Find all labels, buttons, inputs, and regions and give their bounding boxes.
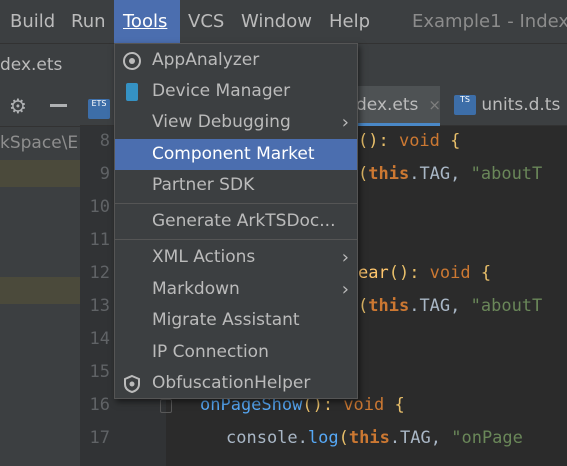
line-number: 14 (89, 329, 110, 349)
menu-window-label: Window (241, 11, 312, 32)
line-number: 8 (99, 131, 110, 151)
menu-item-label: Device Manager (152, 81, 291, 101)
code-string: "onPage (451, 428, 523, 448)
code-token: ( (358, 296, 369, 316)
menu-run-label: Run (71, 11, 106, 32)
menu-item-generate-arktsdoc[interactable]: Generate ArkTSDoc... (115, 206, 357, 237)
menu-build[interactable]: Build (10, 0, 55, 43)
ets-file-icon: ETS (88, 99, 110, 119)
code-token: (): (358, 131, 389, 151)
menu-tools-label: Tools (123, 11, 168, 32)
code-this: this (368, 296, 410, 316)
ts-file-icon: TS (454, 95, 476, 115)
code-token: { (394, 395, 405, 415)
menu-help-label: Help (329, 11, 371, 32)
highlighted-row (0, 160, 80, 187)
app-analyzer-icon (123, 52, 141, 70)
code-token: ( (358, 164, 369, 184)
line-number: 13 (89, 296, 110, 316)
menu-separator (115, 203, 357, 204)
code-function: ear (358, 263, 389, 283)
close-icon[interactable]: × (428, 96, 441, 114)
tab-index-ets[interactable]: dex.ets × (350, 86, 441, 126)
code-keyword: void (419, 263, 481, 283)
code-token: (): (388, 263, 420, 283)
code-line-12[interactable]: ear(): void { (358, 263, 491, 283)
code-token: .TAG, (389, 428, 452, 448)
menu-item-migrate-assistant[interactable]: Migrate Assistant (115, 305, 357, 336)
code-function: log (307, 428, 339, 448)
tab-units-label: units.d.ts (481, 95, 561, 115)
code-line-17[interactable]: console.log(this.TAG, "onPage (226, 428, 523, 448)
menu-help[interactable]: Help (329, 0, 370, 43)
gear-icon[interactable]: ⚙ (9, 94, 27, 118)
line-number: 12 (89, 263, 110, 283)
submenu-arrow-icon: › (341, 112, 349, 133)
menu-run[interactable]: Run (71, 0, 106, 43)
menu-item-label: View Debugging (152, 112, 291, 132)
menu-item-label: IP Connection (152, 342, 269, 362)
code-this: this (368, 164, 410, 184)
line-number: 9 (99, 164, 110, 184)
line-number: 10 (89, 197, 110, 217)
menu-item-ip-connection[interactable]: IP Connection (115, 337, 357, 368)
line-number: 16 (89, 395, 110, 415)
menu-item-appanalyzer[interactable]: AppAnalyzer (115, 45, 357, 76)
menu-item-label: Markdown (152, 279, 240, 299)
tab-index-label: dex.ets (356, 95, 419, 115)
code-this: this (348, 428, 390, 448)
line-number: 15 (89, 362, 110, 382)
menu-item-device-manager[interactable]: Device Manager (115, 76, 357, 107)
menu-item-partner-sdk[interactable]: Partner SDK (115, 170, 357, 201)
menu-item-view-debugging[interactable]: View Debugging › (115, 107, 357, 138)
project-panel-header: ⚙ (0, 86, 80, 127)
menu-item-label: ObfuscationHelper (152, 373, 311, 393)
tab-units-d-ts[interactable]: TS units.d.ts (452, 86, 560, 125)
menu-vcs-label: VCS (188, 11, 225, 32)
code-line-8[interactable]: (): void { (358, 131, 460, 151)
menu-bar: Build Run Tools VCS Window Help Example1… (0, 0, 567, 43)
highlighted-row (0, 277, 80, 304)
project-path[interactable]: kSpace\E (0, 130, 78, 156)
tools-dropdown-menu: AppAnalyzer Device Manager View Debuggin… (114, 43, 358, 399)
breadcrumb[interactable]: dex.ets (0, 44, 62, 86)
code-token: ( (338, 428, 349, 448)
code-token: console. (226, 428, 308, 448)
menu-tools[interactable]: Tools (114, 0, 180, 43)
menu-window[interactable]: Window (241, 0, 312, 43)
menu-separator (115, 239, 357, 240)
tab-ets-icon-only[interactable]: ETS (88, 86, 116, 125)
menu-item-label: Component Market (152, 144, 315, 164)
shield-icon (124, 374, 140, 394)
menu-build-label: Build (10, 11, 56, 32)
fold-marker[interactable] (160, 399, 172, 413)
menu-item-component-market[interactable]: Component Market (115, 139, 357, 170)
minimize-icon[interactable] (50, 104, 67, 107)
code-token: .TAG, (409, 296, 471, 316)
menu-item-obfuscation-helper[interactable]: ObfuscationHelper (115, 368, 357, 399)
menu-item-label: Migrate Assistant (152, 310, 300, 330)
menu-item-label: Partner SDK (152, 175, 255, 195)
line-number: 17 (89, 428, 110, 448)
code-string: "aboutT (470, 296, 543, 316)
project-panel: ⚙ kSpace\E (0, 86, 81, 466)
code-token: .TAG, (409, 164, 471, 184)
menu-item-xml-actions[interactable]: XML Actions › (115, 242, 357, 273)
code-line-9[interactable]: (this.TAG, "aboutT (358, 164, 542, 184)
menu-item-label: AppAnalyzer (152, 50, 260, 70)
line-number: 11 (89, 230, 110, 250)
menu-item-label: XML Actions (152, 247, 256, 267)
menu-vcs[interactable]: VCS (188, 0, 224, 43)
code-token: { (480, 263, 492, 283)
code-line-13[interactable]: (this.TAG, "aboutT (358, 296, 542, 316)
code-token: { (450, 131, 461, 151)
menu-item-label: Generate ArkTSDoc... (152, 211, 336, 231)
submenu-arrow-icon: › (341, 279, 349, 300)
code-keyword: void (388, 131, 451, 151)
code-string: "aboutT (470, 164, 543, 184)
submenu-arrow-icon: › (341, 247, 349, 268)
phone-icon (126, 83, 138, 101)
menu-item-markdown[interactable]: Markdown › (115, 274, 357, 305)
window-title: Example1 - Index.e (412, 11, 567, 32)
